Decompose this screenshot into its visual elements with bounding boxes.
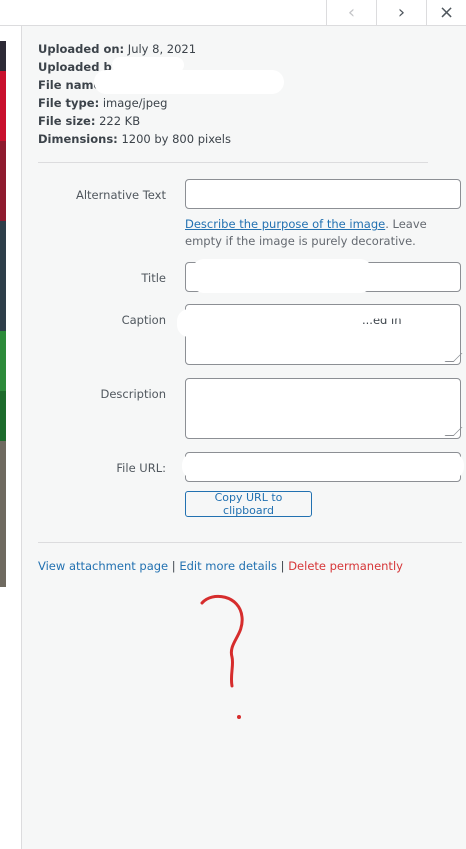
alt-text-help-link[interactable]: Describe the purpose of the image — [185, 217, 385, 231]
alt-text-help: Describe the purpose of the image. Leave… — [185, 217, 427, 248]
question-mark-annotation — [200, 594, 244, 719]
redaction-mark — [177, 309, 357, 337]
file-size: File size: 222 KB — [38, 114, 141, 128]
redaction-mark — [182, 453, 464, 479]
resize-handle[interactable] — [444, 353, 463, 362]
description-textarea[interactable] — [185, 378, 463, 439]
file-url-label: File URL: — [116, 461, 166, 475]
previous-button[interactable]: ‹ — [326, 0, 376, 25]
divider — [38, 542, 462, 543]
chevron-left-icon: ‹ — [347, 2, 356, 23]
view-attachment-link[interactable]: View attachment page — [38, 559, 168, 573]
title-label: Title — [141, 271, 166, 285]
redaction-mark — [192, 259, 372, 293]
redaction-mark — [94, 70, 284, 94]
attachment-details-sidebar: Uploaded on: July 8, 2021 Uploaded by: F… — [21, 26, 466, 849]
uploaded-on: Uploaded on: July 8, 2021 — [38, 42, 197, 56]
divider — [38, 162, 428, 163]
caption-label: Caption — [121, 313, 166, 327]
description-label: Description — [100, 387, 167, 401]
file-type: File type: image/jpeg — [38, 96, 168, 110]
attachment-actions: View attachment page | Edit more details… — [38, 559, 403, 573]
close-button[interactable]: × — [426, 0, 466, 25]
copy-url-button[interactable]: Copy URL to clipboard — [185, 491, 312, 517]
chevron-right-icon: › — [397, 2, 406, 23]
image-preview — [0, 41, 6, 587]
close-icon: × — [438, 2, 455, 23]
next-button[interactable]: › — [376, 0, 426, 25]
alt-text-label: Alternative Text — [75, 188, 166, 202]
edit-details-link[interactable]: Edit more details — [179, 559, 277, 573]
file-name: File name — [38, 78, 102, 92]
modal-header: ‹ › × — [0, 0, 466, 26]
resize-handle[interactable] — [444, 427, 463, 436]
dimensions: Dimensions: 1200 by 800 pixels — [38, 132, 231, 146]
delete-permanently-link[interactable]: Delete permanently — [288, 559, 403, 573]
alt-text-input[interactable] — [185, 179, 461, 209]
